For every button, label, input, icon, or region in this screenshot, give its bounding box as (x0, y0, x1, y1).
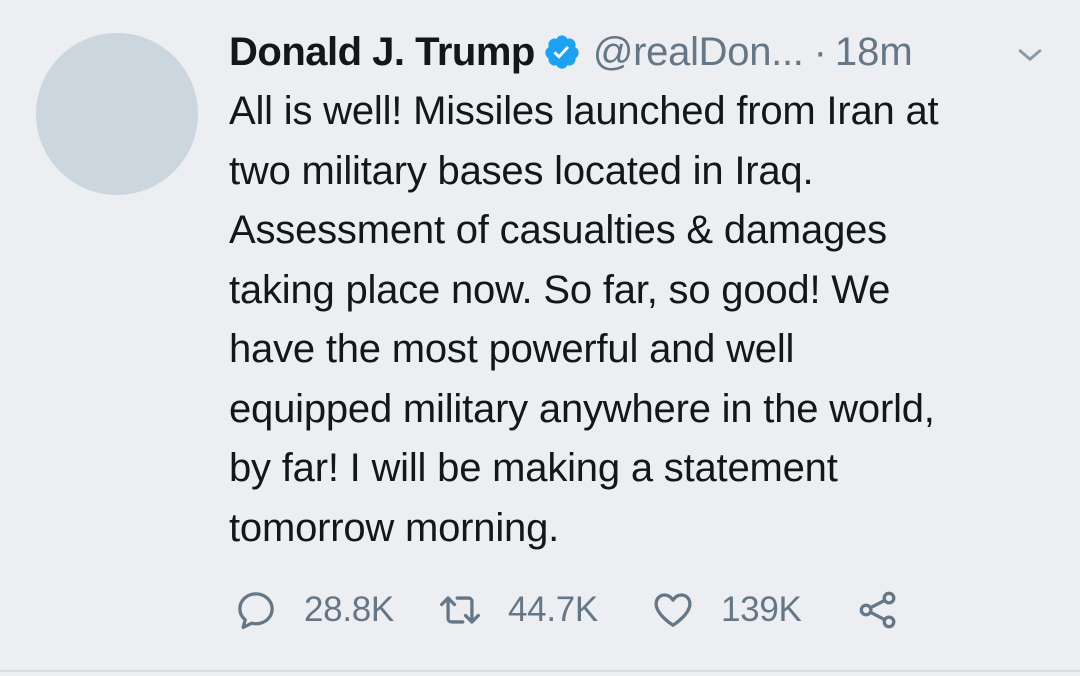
tweet[interactable]: Donald J. Trump @realDon... · 18m All is… (0, 0, 1080, 670)
display-name[interactable]: Donald J. Trump (229, 30, 535, 75)
retweet-count: 44.7K (508, 590, 598, 629)
reply-icon (234, 588, 278, 632)
separator-dot: · (813, 29, 827, 74)
like-count: 139K (721, 590, 802, 629)
share-icon (856, 588, 900, 632)
like-button[interactable]: 139K (651, 588, 856, 632)
retweet-icon (438, 588, 482, 632)
chevron-down-icon[interactable] (1013, 38, 1047, 72)
tweet-actions: 28.8K 44.7K 139K (234, 584, 900, 636)
avatar[interactable] (36, 33, 198, 195)
verified-badge-icon (543, 33, 581, 71)
tweet-header: Donald J. Trump @realDon... · 18m (229, 26, 1059, 78)
reply-button[interactable]: 28.8K (234, 588, 438, 632)
retweet-button[interactable]: 44.7K (438, 588, 651, 632)
reply-count: 28.8K (304, 590, 394, 629)
share-button[interactable] (856, 588, 900, 632)
divider (0, 670, 1080, 672)
tweet-text: All is well! Missiles launched from Iran… (229, 89, 939, 550)
handle[interactable]: @realDon... (593, 30, 804, 75)
heart-icon (651, 588, 695, 632)
timestamp[interactable]: 18m (835, 30, 913, 75)
